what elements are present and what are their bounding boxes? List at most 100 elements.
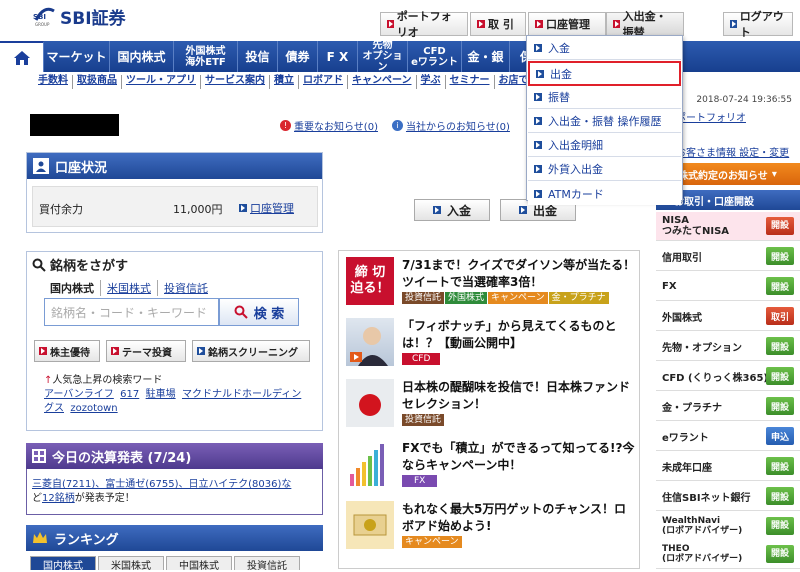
nav-bonds[interactable]: 債券 xyxy=(278,41,318,72)
shareholder-benefits-button[interactable]: 株主優待 xyxy=(34,340,100,362)
news-tag: キャンペーン xyxy=(402,536,462,548)
news-tag: 外国株式 xyxy=(445,292,488,304)
dropdown-item-atm-card[interactable]: ATMカード xyxy=(528,182,681,205)
nav-home[interactable] xyxy=(0,41,44,72)
arrow-icon xyxy=(239,204,247,212)
nav-gold[interactable]: 金・銀 xyxy=(462,41,510,72)
nav-futures[interactable]: 先物 オプション xyxy=(358,40,408,73)
search-tab-funds[interactable]: 投資信託 xyxy=(158,280,214,296)
stock-screening-button[interactable]: 銘柄スクリーニング xyxy=(192,340,310,362)
nav-fx[interactable]: F X xyxy=(318,41,358,72)
news-item[interactable]: FXでも「積立」ができるって知ってる!?今ならキャンペーン中！ FX xyxy=(346,440,636,498)
nav-domestic-stocks[interactable]: 国内株式 xyxy=(110,41,174,72)
open-button[interactable]: 開設 xyxy=(766,277,794,295)
right-item-wealthnavi[interactable]: WealthNavi (ロボアドバイザー) 開設 xyxy=(656,512,800,541)
company-notice-link[interactable]: i 当社からのお知らせ(0) xyxy=(391,118,510,133)
popular-word[interactable]: アーバンライフ xyxy=(44,389,114,400)
deposit-withdraw-button[interactable]: 入出金・振替 xyxy=(606,10,684,39)
theme-investment-button[interactable]: テーマ投資 xyxy=(106,340,186,362)
portfolio-link[interactable]: ポートフォリオ xyxy=(676,112,746,126)
portfolio-button[interactable]: ポートフォリオ xyxy=(380,10,468,39)
search-tab-us[interactable]: 米国株式 xyxy=(101,280,158,296)
open-button[interactable]: 開設 xyxy=(766,337,794,355)
dropdown-item-statement[interactable]: 入出金明細 xyxy=(528,134,681,157)
right-item-theo[interactable]: THEO (ロボアドバイザー) 開設 xyxy=(656,540,800,569)
deposit-button[interactable]: 入金 xyxy=(414,199,490,221)
open-button[interactable]: 開設 xyxy=(766,397,794,415)
search-button[interactable]: 検 索 xyxy=(219,298,299,326)
search-tab-domestic[interactable]: 国内株式 xyxy=(44,280,101,296)
subnav-services[interactable]: サービス案内 xyxy=(201,75,270,89)
dropdown-item-transfer[interactable]: 振替 xyxy=(528,86,681,109)
popular-word[interactable]: 駐車場 xyxy=(146,389,176,400)
right-item-gold[interactable]: 金・プラチナ 開設 xyxy=(656,392,800,421)
search-input[interactable]: 銘柄名・コード・キーワード xyxy=(44,298,219,326)
apply-button[interactable]: 申込 xyxy=(766,427,794,445)
right-item-nisa[interactable]: NISA つみたてNISA 開設 xyxy=(656,212,800,241)
customer-settings-link[interactable]: お客さま情報 設定・変更 xyxy=(676,148,789,159)
search-tabs: 国内株式 米国株式 投資信託 xyxy=(44,280,214,296)
ranking-tab-funds[interactable]: 投資信託 xyxy=(234,556,300,572)
open-button[interactable]: 開設 xyxy=(766,457,794,475)
open-button[interactable]: 開設 xyxy=(766,217,794,235)
nav-foreign-stocks[interactable]: 外国株式 海外ETF xyxy=(174,41,238,72)
right-links: ポートフォリオ お客さま情報 設定・変更 xyxy=(676,112,789,161)
open-button[interactable]: 開設 xyxy=(766,367,794,385)
right-item-minor[interactable]: 未成年口座 開設 xyxy=(656,452,800,481)
important-notice-link[interactable]: ! 重要なお知らせ(0) xyxy=(280,118,378,133)
earnings-companies-link[interactable]: 三菱自(7211)、富士通ゼ(6755)、日立ハイテク(8036)な xyxy=(32,479,291,490)
news-item[interactable]: 「フィボナッチ」から見えてくるものとは！？【動画公開中】 CFD xyxy=(346,318,636,376)
trade-button[interactable]: 取 引 xyxy=(470,12,526,36)
subnav-seminar[interactable]: セミナー xyxy=(446,75,495,89)
video-thumbnail-icon xyxy=(346,318,394,366)
open-button[interactable]: 開設 xyxy=(766,517,794,535)
open-button[interactable]: 開設 xyxy=(766,545,794,563)
subnav-tsumitate[interactable]: 積立 xyxy=(270,75,299,89)
news-item[interactable]: もれなく最大5万円ゲットのチャンス！ロボアド始めよう! キャンペーン xyxy=(346,501,636,559)
nav-market[interactable]: マーケット xyxy=(44,41,110,72)
dropdown-item-history[interactable]: 入出金・振替 操作履歴 xyxy=(528,110,681,133)
right-item-cfd[interactable]: CFD (くりっく株365) 開設 xyxy=(656,362,800,391)
nav-cfd[interactable]: CFD eワラント xyxy=(408,41,462,72)
news-tag: 投資信託 xyxy=(402,292,445,304)
subnav-products[interactable]: 取扱商品 xyxy=(73,75,122,89)
ranking-tab-us[interactable]: 米国株式 xyxy=(98,556,164,572)
popular-word[interactable]: 617 xyxy=(120,389,139,400)
ranking-tab-china[interactable]: 中国株式 xyxy=(166,556,232,572)
right-item-fx[interactable]: FX 開設 xyxy=(656,272,800,301)
arrow-icon xyxy=(534,189,542,198)
subnav-roboad[interactable]: ロボアド xyxy=(299,75,348,89)
earnings-header: 今日の決算発表 (7/24) xyxy=(26,443,323,469)
sub-nav: 手数料 取扱商品 ツール・アプリ サービス案内 積立 ロボアド キャンペーン 学… xyxy=(34,75,554,89)
dropdown-item-foreign-currency[interactable]: 外貨入出金 xyxy=(528,158,681,181)
subnav-learn[interactable]: 学ぶ xyxy=(417,75,446,89)
right-item-margin[interactable]: 信用取引 開設 xyxy=(656,242,800,271)
dropdown-item-withdraw[interactable]: 出金 xyxy=(528,61,681,86)
popular-word[interactable]: zozotown xyxy=(70,403,117,414)
news-item[interactable]: 日本株の醍醐味を投信で！日本株ファンドセレクション！ 投資信託 xyxy=(346,379,636,437)
nav-funds[interactable]: 投信 xyxy=(238,41,278,72)
svg-text:GROUP: GROUP xyxy=(35,22,50,27)
news-item[interactable]: 締 切迫る！ 7/31まで！クイズでダイソン等が当たる！ツイートで当選確率3倍！… xyxy=(346,257,636,315)
dropdown-item-deposit[interactable]: 入金 xyxy=(528,37,681,60)
open-button[interactable]: 開設 xyxy=(766,247,794,265)
open-button[interactable]: 開設 xyxy=(766,487,794,505)
ranking-tab-domestic[interactable]: 国内株式 xyxy=(30,556,96,572)
right-item-foreign[interactable]: 外国株式 取引 xyxy=(656,302,800,331)
arrow-icon xyxy=(111,347,119,355)
news-title: もれなく最大5万円ゲットのチャンス！ロボアド始めよう! xyxy=(402,502,626,533)
logout-button[interactable]: ログアウト xyxy=(723,10,793,39)
arrow-icon xyxy=(197,347,205,355)
subnav-fees[interactable]: 手数料 xyxy=(34,75,73,89)
redacted-username xyxy=(30,114,119,136)
sbi-logo[interactable]: SBI GROUP SBI証券 xyxy=(32,4,126,29)
subnav-tools[interactable]: ツール・アプリ xyxy=(122,75,201,89)
right-item-netbank[interactable]: 住信SBIネット銀行 開設 xyxy=(656,482,800,511)
account-management-link[interactable]: 口座管理 xyxy=(239,200,294,216)
earnings-count-link[interactable]: 12銘柄 xyxy=(42,493,75,504)
account-management-button[interactable]: 口座管理 xyxy=(528,12,606,36)
right-item-ewarrant[interactable]: eワラント 申込 xyxy=(656,422,800,451)
subnav-campaign[interactable]: キャンペーン xyxy=(348,75,417,89)
trade-button[interactable]: 取引 xyxy=(766,307,794,325)
right-item-futures[interactable]: 先物・オプション 開設 xyxy=(656,332,800,361)
